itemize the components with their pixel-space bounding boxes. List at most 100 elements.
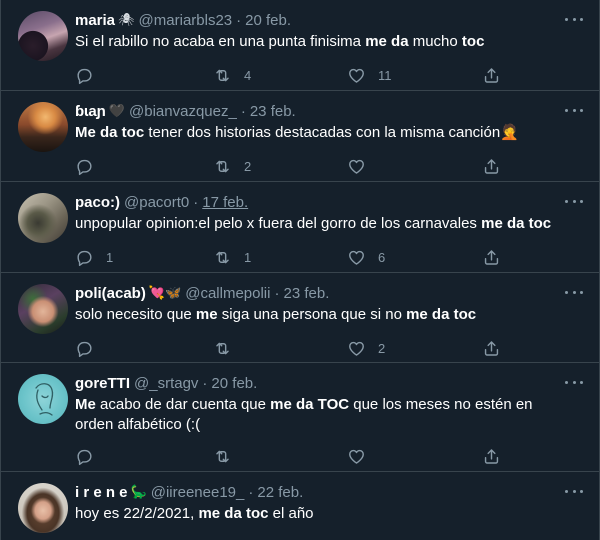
more-options-icon[interactable] xyxy=(565,103,583,117)
heart-icon xyxy=(349,449,364,464)
share-button[interactable] xyxy=(482,248,501,267)
heart-icon xyxy=(349,341,364,356)
retweet-button[interactable]: 1 xyxy=(213,248,251,267)
display-name[interactable]: goreTTI xyxy=(75,375,130,392)
heart-icon xyxy=(349,250,364,265)
like-button[interactable]: 11 xyxy=(347,66,392,85)
tweet-date[interactable]: 17 feb. xyxy=(202,194,248,211)
share-button[interactable] xyxy=(482,339,501,358)
retweet-button[interactable] xyxy=(213,339,244,358)
tweet[interactable]: maria 🕷 @mariarbls23 · 20 feb. Si el rab… xyxy=(1,0,599,91)
user-handle[interactable]: @_srtagv xyxy=(134,375,198,392)
tweet-text: Me da toc tener dos historias destacadas… xyxy=(75,123,583,143)
retweet-button[interactable]: 4 xyxy=(213,66,251,85)
reply-button[interactable] xyxy=(75,447,106,466)
text-segment-bold: me da TOC xyxy=(270,396,350,413)
text-segment-bold: me da toc xyxy=(481,215,552,232)
display-name[interactable]: i r e n e xyxy=(75,484,128,501)
avatar[interactable] xyxy=(18,102,68,152)
text-segment-bold: me da xyxy=(365,33,409,50)
tweet-text: hoy es 22/2/2021, me da toc el año xyxy=(75,504,583,524)
retweet-count: 4 xyxy=(244,68,252,83)
tweet-header: paco:) @pacort0 · 17 feb. xyxy=(75,192,583,212)
tweet[interactable]: i r e n e 🦕 @iireenee19_ · 22 feb. hoy e… xyxy=(1,472,599,540)
tweet[interactable]: paco:) @pacort0 · 17 feb. unpopular opin… xyxy=(1,182,599,273)
user-handle[interactable]: @pacort0 xyxy=(124,194,189,211)
display-name[interactable]: poli(acab) xyxy=(75,285,146,302)
share-button[interactable] xyxy=(482,447,501,466)
like-button[interactable] xyxy=(347,157,378,176)
reply-button[interactable]: 1 xyxy=(75,248,113,267)
tweet-date[interactable]: 23 feb. xyxy=(283,285,329,302)
separator-dot: · xyxy=(240,102,246,120)
retweet-count: 2 xyxy=(244,159,252,174)
text-segment-bold: toc xyxy=(461,33,485,50)
tweet[interactable]: ɓɩaɲ 🖤 @bianvazquez_ · 23 feb. Me da toc… xyxy=(1,91,599,182)
tweet-actions xyxy=(75,532,583,540)
text-segment: hoy es 22/2/2021, xyxy=(75,505,199,522)
display-name[interactable]: maria xyxy=(75,12,115,29)
tweet-date[interactable]: 23 feb. xyxy=(250,103,296,120)
more-options-icon[interactable] xyxy=(565,12,583,26)
tweet-header: maria 🕷 @mariarbls23 · 20 feb. xyxy=(75,10,583,30)
display-name[interactable]: paco:) xyxy=(75,194,120,211)
user-handle[interactable]: @bianvazquez_ xyxy=(129,103,237,120)
tweet-actions: 1 1 6 xyxy=(75,242,583,276)
user-handle[interactable]: @iireenee19_ xyxy=(151,484,245,501)
like-button[interactable]: 6 xyxy=(347,248,385,267)
reply-button[interactable] xyxy=(75,157,106,176)
share-button[interactable] xyxy=(482,157,501,176)
tweet-header: poli(acab) 💘🦋 @callmepolii · 23 feb. xyxy=(75,283,583,303)
reply-icon xyxy=(77,159,92,176)
tweet-header: goreTTI @_srtagv · 20 feb. xyxy=(75,373,583,393)
avatar[interactable] xyxy=(18,11,68,61)
user-handle[interactable]: @mariarbls23 xyxy=(139,12,233,29)
retweet-icon xyxy=(216,160,229,173)
avatar[interactable] xyxy=(18,284,68,334)
tweet-actions: 4 11 xyxy=(75,60,583,94)
tweet[interactable]: goreTTI @_srtagv · 20 feb. Me acabo de d… xyxy=(1,363,599,472)
more-options-icon[interactable] xyxy=(565,484,583,498)
reply-button[interactable] xyxy=(75,339,106,358)
tweet-date[interactable]: 22 feb. xyxy=(257,484,303,501)
tweet-feed: maria 🕷 @mariarbls23 · 20 feb. Si el rab… xyxy=(0,0,600,540)
avatar-drawing xyxy=(35,383,54,416)
display-name[interactable]: ɓɩaɲ xyxy=(75,103,106,120)
tweet-date[interactable]: 20 feb. xyxy=(245,12,291,29)
text-segment: acabo de dar cuenta que xyxy=(95,396,271,413)
like-button[interactable]: 2 xyxy=(347,339,385,358)
separator-dot: · xyxy=(202,374,208,392)
heart-icon xyxy=(349,159,364,174)
text-segment: solo necesito que xyxy=(75,306,196,323)
share-icon xyxy=(484,341,499,356)
user-handle[interactable]: @callmepolii xyxy=(185,285,270,302)
like-count: 2 xyxy=(378,341,386,356)
share-icon xyxy=(484,159,499,174)
name-emoji: 🕷 xyxy=(118,12,135,27)
retweet-button[interactable] xyxy=(213,447,244,466)
retweet-button[interactable]: 2 xyxy=(213,157,251,176)
more-options-icon[interactable] xyxy=(565,375,583,389)
share-button[interactable] xyxy=(482,66,501,85)
more-options-icon[interactable] xyxy=(565,194,583,208)
like-button[interactable] xyxy=(347,447,378,466)
like-count: 6 xyxy=(378,250,386,265)
retweet-icon xyxy=(216,342,229,355)
share-icon xyxy=(484,449,499,464)
heart-icon xyxy=(349,68,364,83)
retweet-icon xyxy=(216,251,229,264)
share-icon xyxy=(484,250,499,265)
more-options-icon[interactable] xyxy=(565,285,583,299)
reply-button[interactable] xyxy=(75,66,106,85)
tweet[interactable]: poli(acab) 💘🦋 @callmepolii · 23 feb. sol… xyxy=(1,273,599,363)
avatar[interactable] xyxy=(18,193,68,243)
text-segment-bold: me da toc xyxy=(198,505,269,522)
text-segment: unpopular opinion:el pelo x fuera del go… xyxy=(75,215,482,232)
name-emoji: 🦕 xyxy=(130,484,147,499)
avatar[interactable] xyxy=(18,483,68,533)
avatar[interactable] xyxy=(18,374,68,424)
tweet-date[interactable]: 20 feb. xyxy=(211,375,257,392)
separator-dot: · xyxy=(236,11,242,29)
name-emoji: 🖤 xyxy=(108,103,126,118)
tweet-text: Si el rabillo no acaba en una punta fini… xyxy=(75,32,583,52)
